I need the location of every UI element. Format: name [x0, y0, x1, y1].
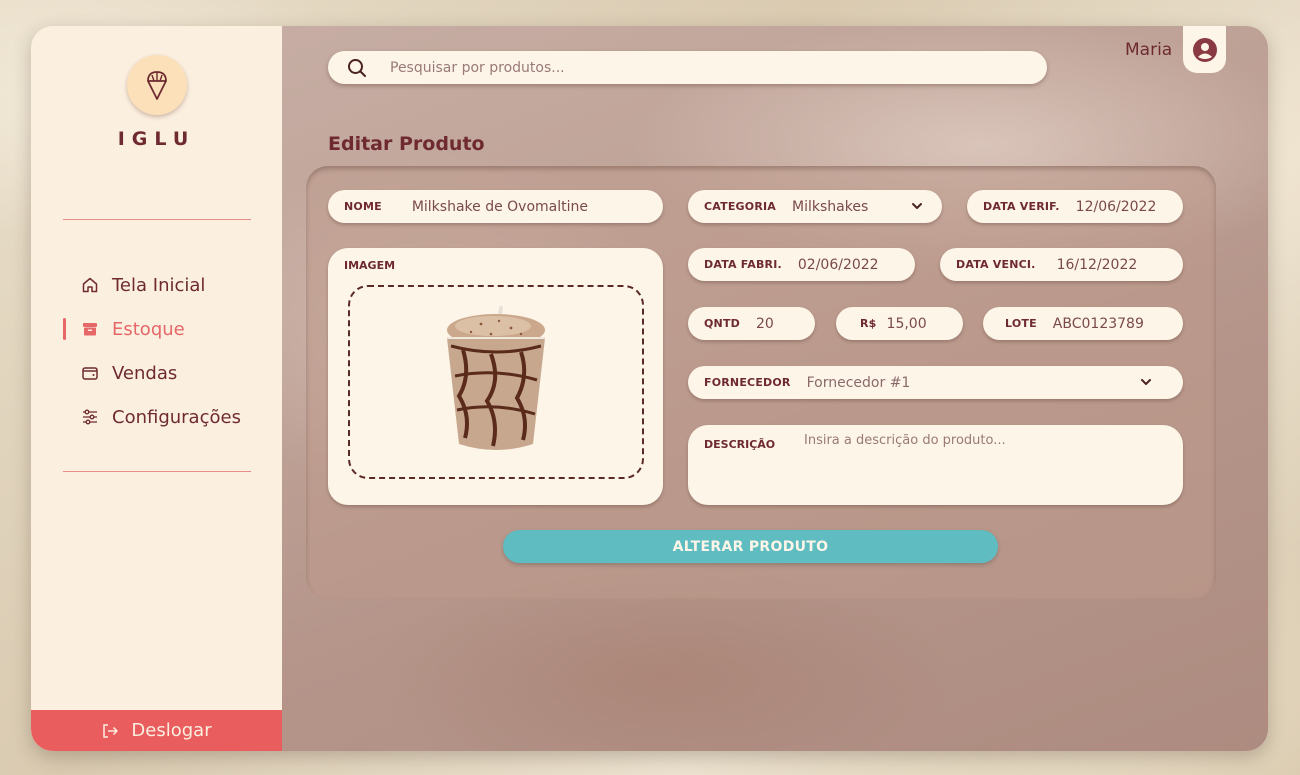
image-dropzone[interactable] [348, 285, 644, 479]
data-venci-label: DATA VENCI. [956, 258, 1036, 271]
preco-field[interactable]: R$ 15,00 [836, 307, 963, 340]
page-title: Editar Produto [328, 133, 485, 155]
fornecedor-select[interactable]: FORNECEDOR Fornecedor #1 [688, 366, 1183, 399]
sidebar-item-estoque[interactable]: Estoque [81, 314, 185, 344]
imagem-label: IMAGEM [344, 259, 396, 272]
preco-value[interactable]: 15,00 [887, 316, 927, 332]
sidebar-divider [63, 471, 251, 472]
active-indicator [63, 318, 66, 340]
search-bar[interactable] [328, 51, 1047, 84]
sidebar-item-configuracoes[interactable]: Configurações [81, 402, 241, 432]
qntd-label: QNTD [704, 317, 740, 330]
categoria-value[interactable]: Milkshakes [792, 199, 868, 215]
sliders-icon [81, 408, 99, 426]
data-fabri-label: DATA FABRI. [704, 258, 782, 271]
main-content: Maria Editar Produto NOME Milkshake de O… [282, 26, 1268, 751]
product-image [447, 306, 545, 450]
descricao-field: DESCRIÇÃO [688, 425, 1183, 505]
data-venci-value[interactable]: 16/12/2022 [1057, 257, 1138, 273]
lote-value[interactable]: ABC0123789 [1053, 316, 1144, 332]
imagem-card: IMAGEM [328, 248, 663, 505]
search-input[interactable] [390, 59, 1047, 76]
brand-name: IGLU [117, 128, 196, 150]
chevron-down-icon[interactable] [1139, 375, 1153, 389]
descricao-input[interactable] [804, 433, 1164, 493]
nome-label: NOME [344, 200, 382, 213]
sidebar-item-label: Configurações [112, 406, 241, 428]
app-window: IGLU Tela Inicial Estoque Vendas Configu… [31, 26, 1268, 751]
data-fabri-field[interactable]: DATA FABRI. 02/06/2022 [688, 248, 915, 281]
preco-label: R$ [860, 317, 877, 330]
sidebar: IGLU Tela Inicial Estoque Vendas Configu… [31, 26, 282, 751]
user-avatar-button[interactable] [1183, 26, 1226, 73]
home-icon [81, 276, 99, 294]
logout-button[interactable]: Deslogar [31, 710, 282, 751]
logo [127, 55, 187, 115]
lote-label: LOTE [1005, 317, 1037, 330]
lote-field[interactable]: LOTE ABC0123789 [983, 307, 1183, 340]
wallet-icon [81, 364, 99, 382]
nome-value[interactable]: Milkshake de Ovomaltine [412, 199, 588, 215]
alterar-produto-button[interactable]: ALTERAR PRODUTO [503, 530, 998, 563]
chevron-down-icon[interactable] [910, 199, 924, 213]
user-avatar-icon [1192, 37, 1217, 62]
sidebar-item-label: Tela Inicial [112, 274, 206, 296]
sidebar-divider [63, 219, 251, 220]
ice-cream-icon [147, 71, 167, 100]
categoria-label: CATEGORIA [704, 200, 777, 213]
categoria-select[interactable]: CATEGORIA Milkshakes [688, 190, 942, 223]
sidebar-item-label: Estoque [112, 318, 185, 340]
data-verif-value[interactable]: 12/06/2022 [1076, 199, 1157, 215]
fornecedor-value[interactable]: Fornecedor #1 [807, 375, 911, 391]
data-venci-field[interactable]: DATA VENCI. 16/12/2022 [940, 248, 1183, 281]
sidebar-item-vendas[interactable]: Vendas [81, 358, 177, 388]
logout-label: Deslogar [131, 720, 212, 741]
data-verif-label: DATA VERIF. [983, 200, 1060, 213]
sidebar-item-label: Vendas [112, 362, 178, 384]
qntd-field[interactable]: QNTD 20 [688, 307, 815, 340]
data-verif-field[interactable]: DATA VERIF. 12/06/2022 [967, 190, 1183, 223]
nome-field[interactable]: NOME Milkshake de Ovomaltine [328, 190, 663, 223]
product-form-panel: NOME Milkshake de Ovomaltine CATEGORIA M… [306, 166, 1216, 599]
data-fabri-value[interactable]: 02/06/2022 [798, 257, 879, 273]
qntd-value[interactable]: 20 [756, 316, 774, 332]
sidebar-item-tela-inicial[interactable]: Tela Inicial [81, 270, 205, 300]
descricao-label: DESCRIÇÃO [704, 438, 776, 451]
archive-icon [81, 320, 99, 338]
search-icon[interactable] [346, 57, 368, 79]
logout-icon [101, 722, 119, 740]
fornecedor-label: FORNECEDOR [704, 376, 791, 389]
user-name: Maria [1125, 40, 1173, 60]
